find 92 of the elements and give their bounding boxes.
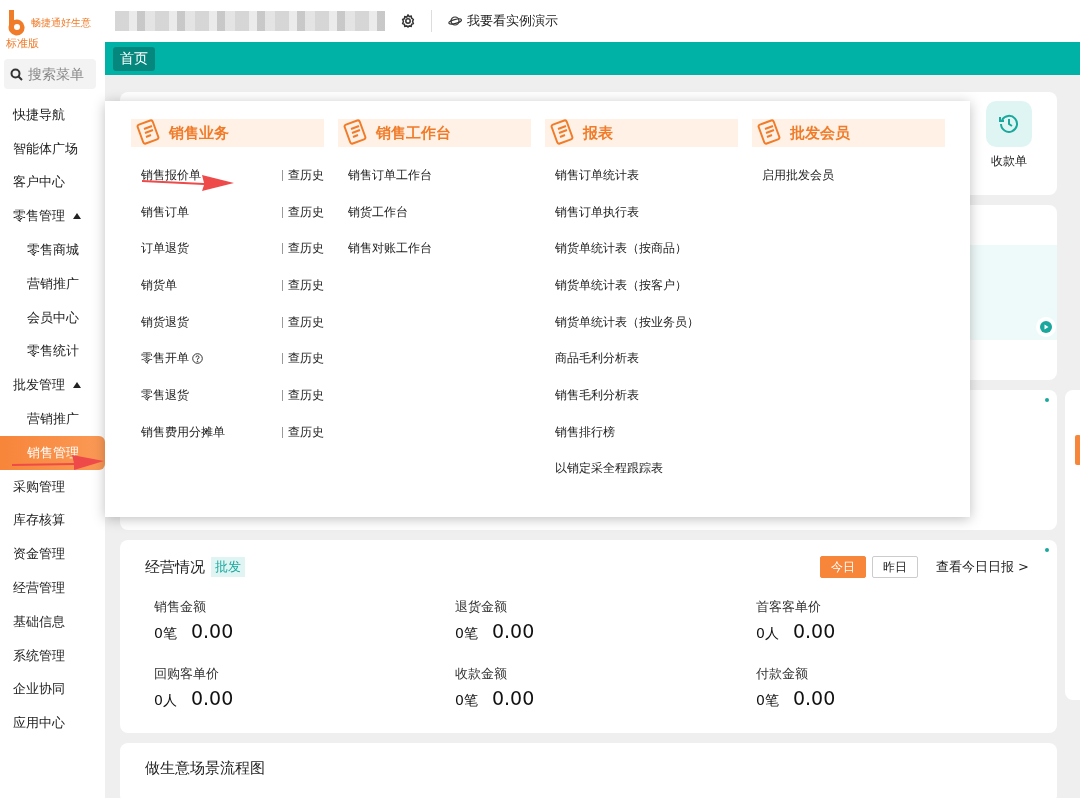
sidebar-item[interactable]: 快捷导航 (0, 98, 105, 132)
metric-amount: 0.00 (792, 687, 836, 709)
metric-amount: 0.00 (190, 620, 234, 642)
history-clock-icon (998, 113, 1020, 135)
menu-link[interactable]: 销售订单执行表 (555, 203, 639, 221)
sidebar-item[interactable]: 智能体广场 (0, 131, 105, 166)
menu-link[interactable]: 销售报价单 (141, 166, 201, 184)
history-link[interactable]: 查历史 (282, 206, 324, 218)
report-link[interactable]: 查看今日日报 > (935, 558, 1029, 576)
metric-count: 0人 (154, 692, 177, 710)
menu-link[interactable]: 销货退货 (141, 313, 189, 331)
sidebar-item[interactable]: 零售管理 (0, 199, 105, 234)
tab-marker (1075, 435, 1080, 465)
metric-amount: 0.00 (491, 620, 535, 642)
history-link[interactable]: 查历史 (282, 389, 324, 401)
caret-icon (73, 382, 81, 389)
history-link[interactable]: 查历史 (282, 316, 324, 328)
metric-count: 0笔 (154, 625, 177, 643)
menu-link[interactable]: 销售订单工作台 (348, 166, 432, 184)
sidebar-item[interactable]: 采购管理 (0, 469, 105, 504)
menu-link[interactable]: 销货单统计表（按业务员） (555, 313, 699, 331)
menu-link[interactable]: 销售对账工作台 (348, 240, 432, 258)
menu-link[interactable]: 启用批发会员 (762, 166, 834, 184)
planet-icon (448, 15, 462, 27)
sidebar-item[interactable]: 企业协同 (0, 672, 105, 707)
metric-label: 销售金额 (154, 598, 207, 616)
play-icon[interactable] (1035, 316, 1057, 338)
business-tag: 批发 (211, 557, 245, 577)
menu-column-title: 报表 (583, 123, 613, 143)
status-dot (1045, 398, 1049, 402)
menu-link[interactable]: 销售订单统计表 (555, 166, 639, 184)
menu-link[interactable]: 销货单统计表（按商品） (555, 240, 687, 258)
menu-link[interactable]: 销售毛利分析表 (555, 386, 639, 404)
sidebar-item[interactable]: 资金管理 (0, 537, 105, 572)
menu-link[interactable]: 销货单统计表（按客户） (555, 276, 687, 294)
search-icon (10, 68, 23, 81)
menu-link[interactable]: 销货工作台 (348, 203, 408, 221)
menu-column-title: 销售业务 (169, 123, 229, 143)
menu-link[interactable]: 以销定采全程跟踪表 (555, 460, 663, 478)
menu-link[interactable]: 销售排行榜 (555, 423, 615, 441)
sidebar-item[interactable]: 批发管理 (0, 368, 105, 403)
metric-count: 0人 (756, 625, 779, 643)
sidebar-item[interactable]: 零售商城 (0, 233, 105, 267)
sidebar-item[interactable]: 零售统计 (0, 334, 105, 369)
metric-count: 0笔 (455, 692, 478, 710)
sidebar-item[interactable]: 库存核算 (0, 503, 105, 538)
history-link[interactable]: 查历史 (282, 243, 324, 255)
status-dot (1045, 548, 1049, 552)
menu-column-title: 批发会员 (790, 123, 850, 143)
sidebar-item[interactable]: 应用中心 (0, 706, 105, 741)
metric-count: 0笔 (455, 625, 478, 643)
edition-label: 标准版 (6, 36, 39, 51)
search-field[interactable]: 搜索菜单 (4, 59, 96, 89)
history-link[interactable]: 查历史 (282, 353, 324, 365)
sidebar-item[interactable]: 经营管理 (0, 571, 105, 605)
menu-link[interactable]: 商品毛利分析表 (555, 350, 639, 368)
history-link[interactable]: 查历史 (282, 169, 324, 181)
sidebar-item[interactable]: 会员中心 (0, 300, 105, 335)
menu-link[interactable]: 订单退货 (141, 240, 189, 258)
metric-label: 首客客单价 (756, 598, 822, 616)
sidebar-item[interactable]: 基础信息 (0, 604, 105, 639)
history-link[interactable]: 查历史 (282, 426, 324, 438)
quick-entry-tile[interactable] (986, 101, 1032, 147)
menu-link[interactable]: 销货单 (141, 276, 177, 294)
caret-icon (73, 213, 81, 220)
menu-link[interactable]: 销售费用分摊单 (141, 423, 225, 441)
metric-count: 0笔 (756, 692, 779, 710)
metric-label: 回购客单价 (154, 665, 220, 683)
demo-link[interactable]: 我要看实例演示 (448, 12, 558, 30)
brand-name: 畅捷通好生意 (31, 16, 91, 30)
sidebar-item[interactable]: 系统管理 (0, 638, 105, 673)
logo-icon (6, 8, 28, 36)
menu-link[interactable]: 零售开单 (141, 350, 203, 368)
section-title: 做生意场景流程图 (144, 758, 266, 779)
page-tab[interactable]: 首页 (113, 46, 155, 71)
sidebar-item[interactable]: 营销推广 (0, 267, 105, 301)
metric-label: 收款金额 (455, 665, 508, 683)
metric-amount: 0.00 (190, 687, 234, 709)
menu-link[interactable]: 零售退货 (141, 386, 189, 404)
menu-column-title: 销售工作台 (376, 123, 451, 143)
settings-icon[interactable] (401, 14, 415, 28)
metric-amount: 0.00 (792, 620, 836, 642)
metric-label: 退货金额 (455, 598, 508, 616)
menu-link[interactable]: 销售订单 (141, 203, 189, 221)
period-button[interactable]: 昨日 (871, 556, 918, 578)
metric-amount: 0.00 (491, 687, 535, 709)
history-link[interactable]: 查历史 (282, 279, 324, 291)
metric-label: 付款金额 (756, 665, 809, 683)
sidebar-item[interactable]: 营销推广 (0, 402, 105, 436)
quick-entry-label: 收款单 (991, 153, 1027, 170)
sidebar-item[interactable]: 客户中心 (0, 165, 105, 200)
section-title: 经营情况 (145, 557, 205, 577)
